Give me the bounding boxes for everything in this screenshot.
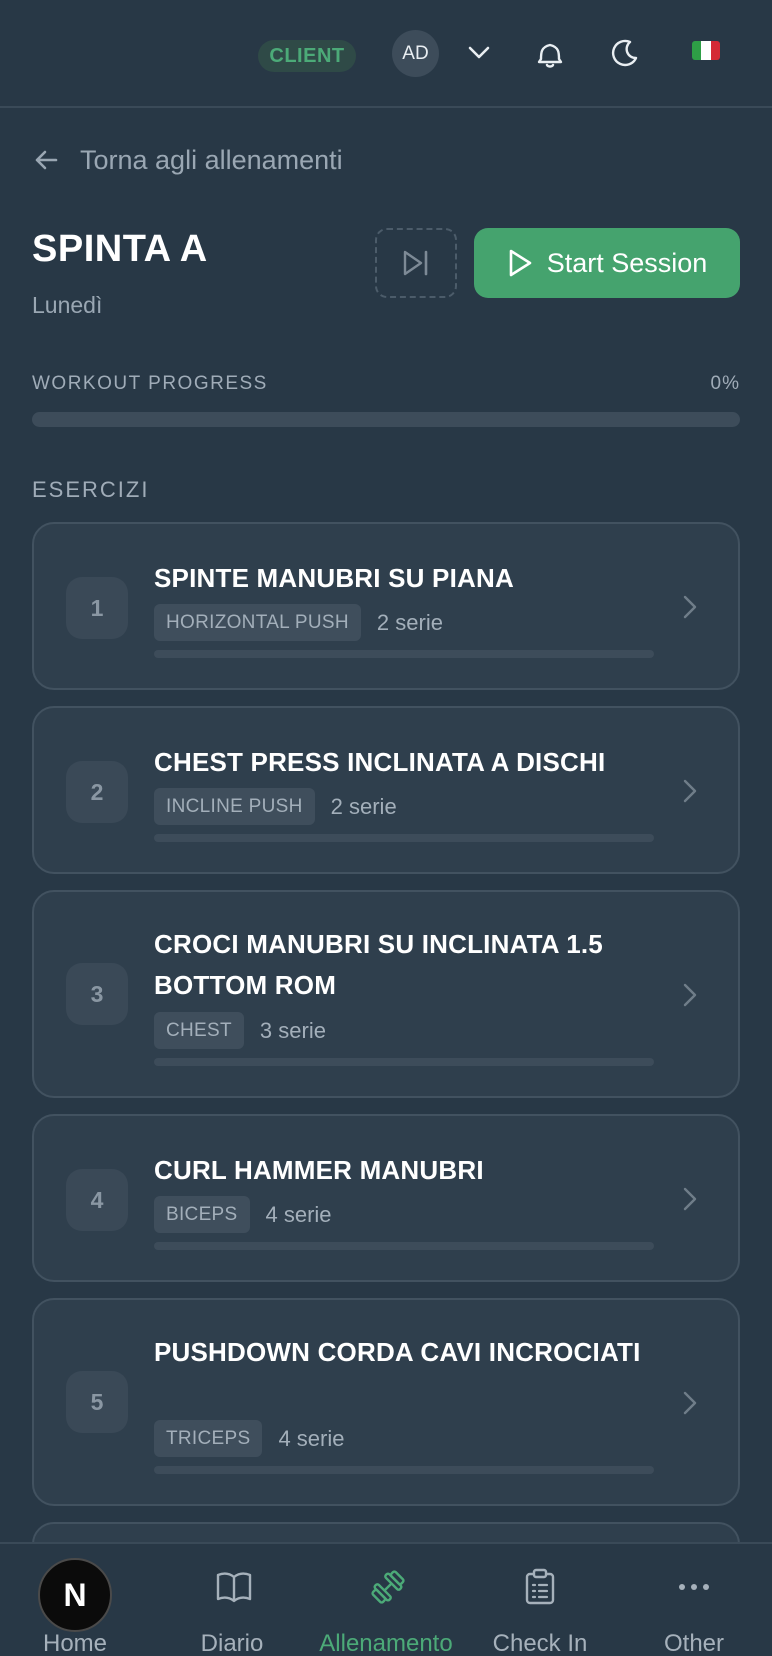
progress-label: WORKOUT PROGRESS — [32, 373, 268, 394]
workout-progress-bar — [32, 412, 740, 427]
chevron-right-icon — [683, 983, 697, 1007]
skip-forward-icon — [403, 250, 428, 276]
exercise-tag: TRICEPS — [154, 1420, 263, 1457]
workout-detail-page: CLIENT AD Torna agli allenamenti SPINTA … — [0, 0, 772, 1656]
exercise-card[interactable]: 4 CURL HAMMER MANUBRI BICEPS 4 serie — [32, 1114, 740, 1282]
exercises-section-label: ESERCIZI — [32, 477, 150, 502]
nav-item-check-in[interactable]: Check In — [465, 1544, 615, 1656]
exercise-card[interactable]: 3 CROCI MANUBRI SU INCLINATA 1.5 BOTTOM … — [32, 890, 740, 1098]
exercise-progress-bar — [154, 1466, 654, 1474]
nav-item-diario[interactable]: Diario — [157, 1544, 307, 1656]
arrow-left-icon — [35, 150, 58, 170]
user-avatar[interactable]: AD — [392, 30, 439, 77]
nav-item-allenamento[interactable]: Allenamento — [311, 1544, 461, 1656]
chevron-right-icon — [683, 1187, 697, 1211]
progress-value: 0% — [710, 373, 740, 394]
exercise-sets: 2 serie — [330, 793, 397, 819]
nav-item-other[interactable]: Other — [619, 1544, 769, 1656]
nav-label-other: Other — [663, 1630, 725, 1656]
moon-icon[interactable] — [608, 36, 642, 70]
exercise-tag: BICEPS — [154, 1196, 250, 1233]
workout-title: SPINTA A — [32, 228, 208, 270]
exercise-sets: 4 serie — [278, 1425, 345, 1451]
exercise-name: CROCI MANUBRI SU INCLINATA 1.5 BOTTOM RO… — [154, 929, 603, 1000]
exercise-sets: 3 serie — [259, 1017, 326, 1043]
chevron-right-icon — [683, 1391, 697, 1415]
nav-label-allenamento: Allenamento — [319, 1630, 453, 1656]
bell-icon[interactable] — [533, 36, 567, 70]
exercise-progress-bar — [154, 834, 654, 842]
exercise-tag: CHEST — [154, 1012, 244, 1049]
skip-button[interactable] — [375, 228, 457, 298]
start-session-label: Start Session — [546, 247, 708, 278]
workout-day: Lunedì — [32, 292, 103, 318]
back-link-label: Torna agli allenamenti — [80, 144, 343, 175]
bottom-navigation: Home Diario Allenamento Check In Other — [0, 1542, 772, 1656]
exercise-number: 2 — [66, 761, 128, 823]
more-icon — [679, 1584, 709, 1590]
back-to-workouts-link[interactable]: Torna agli allenamenti — [32, 140, 343, 180]
clipboard-icon — [525, 1568, 555, 1605]
nav-label-home: Home — [42, 1630, 108, 1656]
exercise-progress-bar — [154, 1058, 654, 1066]
nav-label-check-in: Check In — [492, 1630, 588, 1656]
exercise-progress-bar — [154, 1242, 654, 1250]
exercise-card[interactable]: 1 SPINTE MANUBRI SU PIANA HORIZONTAL PUS… — [32, 522, 740, 690]
exercise-tag: HORIZONTAL PUSH — [154, 604, 361, 641]
chevron-right-icon — [683, 779, 697, 803]
exercise-sets: 2 serie — [376, 609, 443, 635]
top-header: CLIENT AD — [0, 0, 772, 108]
chevron-down-icon[interactable] — [462, 36, 496, 70]
exercise-progress-bar — [154, 650, 654, 658]
book-icon — [216, 1572, 252, 1603]
exercise-number: 1 — [66, 577, 128, 639]
exercise-sets: 4 serie — [265, 1201, 332, 1227]
chevron-right-icon — [683, 595, 697, 619]
nextjs-dev-button[interactable]: N — [38, 1558, 112, 1632]
nav-label-diario: Diario — [200, 1630, 264, 1656]
exercise-number: 5 — [66, 1371, 128, 1433]
exercise-number: 3 — [66, 963, 128, 1025]
exercise-name: CHEST PRESS INCLINATA A DISCHI — [154, 747, 606, 777]
exercise-name: CURL HAMMER MANUBRI — [154, 1155, 484, 1185]
italian-flag-icon[interactable] — [692, 41, 720, 60]
play-icon — [509, 249, 532, 277]
start-session-button[interactable]: Start Session — [474, 228, 740, 298]
role-badge: CLIENT — [258, 40, 356, 72]
exercise-name: SPINTE MANUBRI SU PIANA — [154, 563, 514, 593]
exercise-name: PUSHDOWN CORDA CAVI INCROCIATI — [154, 1337, 641, 1367]
exercise-tag: INCLINE PUSH — [154, 788, 315, 825]
exercise-card[interactable]: 5 PUSHDOWN CORDA CAVI INCROCIATI TRICEPS… — [32, 1298, 740, 1506]
exercise-number: 4 — [66, 1169, 128, 1231]
dumbbell-icon — [371, 1570, 405, 1604]
exercise-card[interactable]: 2 CHEST PRESS INCLINATA A DISCHI INCLINE… — [32, 706, 740, 874]
